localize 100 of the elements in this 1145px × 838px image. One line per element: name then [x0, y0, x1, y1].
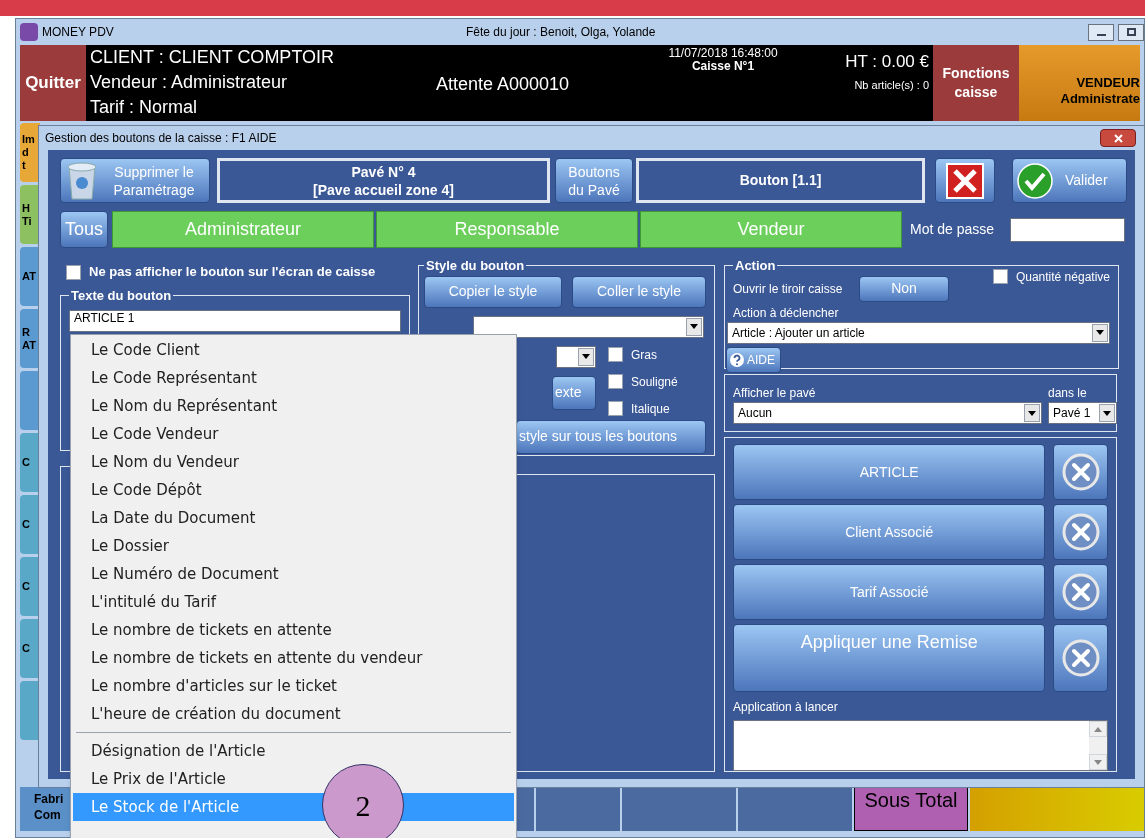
waiting-text: Attente A000010	[436, 74, 570, 94]
remove-button[interactable]	[1053, 564, 1108, 620]
group-legend: Action	[733, 256, 778, 276]
app-tile[interactable]: H Ti	[20, 185, 40, 244]
menu-item[interactable]: Le Code Représentant	[73, 364, 514, 392]
close-circle-icon	[1060, 512, 1101, 552]
checkbox-label: Gras	[631, 346, 657, 364]
tile-label: C	[22, 456, 31, 469]
menu-item[interactable]: Le nombre d'articles sur le ticket	[73, 672, 514, 700]
app-tile[interactable]: Fabri Com	[20, 787, 72, 831]
menu-item[interactable]: Le Nom du Vendeur	[73, 448, 514, 476]
app-tile[interactable]: Im d t	[20, 123, 40, 182]
tile-label: Im	[22, 133, 36, 146]
minimize-icon[interactable]	[1088, 23, 1114, 41]
checkbox[interactable]	[66, 264, 81, 280]
cross-icon	[946, 162, 984, 199]
tile-label: AT	[22, 338, 37, 352]
password-label: Mot de passe	[910, 220, 996, 239]
ht-total-text: HT : 0.00 €	[845, 51, 929, 73]
bottom-tile[interactable]	[536, 787, 620, 831]
checkbox[interactable]	[992, 269, 1008, 284]
app-tile[interactable]: AT	[20, 247, 40, 306]
remove-button[interactable]	[1053, 444, 1108, 500]
checkbox[interactable]	[608, 374, 623, 389]
tile-label: Com	[34, 807, 61, 823]
menu-item[interactable]: Désignation de l'Article	[73, 737, 514, 765]
close-button[interactable]	[1100, 129, 1136, 147]
menu-item[interactable]: Le Code Client	[73, 336, 514, 364]
tile-label: AT	[22, 270, 37, 283]
menu-item[interactable]: L'intitulé du Tarif	[73, 588, 514, 616]
menu-item[interactable]: Le Numéro de Document	[73, 560, 514, 588]
menu-item[interactable]: Le Code Vendeur	[73, 420, 514, 448]
item-count-text: Nb article(s) : 0	[854, 77, 929, 93]
bottom-tile[interactable]	[970, 787, 1144, 831]
checkbox-label: Souligné	[631, 373, 678, 391]
close-circle-icon	[1060, 572, 1101, 612]
subtotal-button[interactable]: Sous Total	[854, 787, 968, 831]
application-label: Application à lancer	[733, 699, 839, 716]
app-tile[interactable]: C	[20, 557, 40, 616]
window-title: MONEY PDV	[42, 24, 115, 41]
datetime-text: 11/07/2018 16:48:00	[668, 47, 778, 60]
tile-label: d	[22, 146, 30, 159]
trigger-label: Action à déclencher	[733, 304, 840, 322]
scrollbar[interactable]	[1089, 721, 1107, 770]
scroll-up-arrow-icon[interactable]	[1094, 726, 1102, 732]
drawer-label: Ouvrir le tiroir caisse	[733, 280, 844, 298]
pad-name-box: Pavé N° 4 [Pave accueil zone 4]	[217, 158, 550, 203]
menu-item[interactable]: La Date du Document	[73, 504, 514, 532]
trash-bin-icon	[65, 160, 99, 201]
menu-item[interactable]: Le nombre de tickets en attente du vendeur	[73, 644, 514, 672]
group-legend: Style du bouton	[424, 256, 527, 276]
tile-label: H	[22, 201, 31, 215]
menu-item[interactable]: L'heure de création du document	[73, 700, 514, 728]
register-functions-button[interactable]: Fonctions caisse	[933, 45, 1019, 121]
menu-item[interactable]: Le Nom du Représentant	[73, 392, 514, 420]
seller-button[interactable]: VENDEUR Administrate	[1019, 45, 1140, 121]
seller-text: Vendeur : Administrateur	[90, 71, 289, 94]
menu-item[interactable]: Le Code Dépôt	[73, 476, 514, 504]
button-text-field[interactable]: ARTICLE 1	[69, 309, 401, 332]
checkbox-label: Ne pas afficher le bouton sur l'écran de caisse	[89, 263, 376, 282]
menu-item[interactable]: Le nombre de tickets en attente	[73, 616, 514, 644]
app-tile[interactable]: C	[20, 619, 40, 678]
dropdown-field[interactable]	[556, 345, 596, 368]
maximize-icon[interactable]	[1118, 23, 1144, 41]
checkbox[interactable]	[608, 401, 623, 416]
dropdown-field[interactable]: Aucun	[733, 402, 1042, 424]
help-icon	[729, 351, 745, 368]
checkbox[interactable]	[608, 347, 623, 362]
remove-button[interactable]	[1053, 624, 1108, 692]
dropdown-field[interactable]: Pavé 1	[1048, 402, 1117, 424]
target-label: dans le	[1048, 385, 1088, 402]
register-text: Caisse N°1	[691, 60, 755, 73]
client-text: CLIENT : CLIENT COMPTOIR	[90, 46, 336, 69]
tile-label: Fabri	[34, 791, 64, 807]
scroll-down-arrow-icon[interactable]	[1094, 759, 1102, 765]
password-field[interactable]	[1010, 217, 1125, 242]
tile-label: t	[22, 159, 27, 172]
tile-label: C	[22, 642, 31, 655]
application-field[interactable]	[733, 720, 1108, 771]
app-tile[interactable]: C	[20, 433, 40, 492]
group-legend: Texte du bouton	[69, 286, 174, 306]
bottom-tile[interactable]	[622, 787, 736, 831]
remove-button[interactable]	[1053, 504, 1108, 560]
bottom-tile[interactable]	[738, 787, 852, 831]
checkbox-label: Italique	[631, 400, 670, 418]
menu-item[interactable]: Le Dossier	[73, 532, 514, 560]
tile-label: Ti	[22, 214, 33, 228]
dropdown-field[interactable]	[473, 315, 704, 338]
quit-button[interactable]: Quitter	[20, 45, 86, 121]
close-circle-icon	[1060, 638, 1101, 678]
tile-label: C	[22, 580, 31, 593]
app-tile[interactable]: C	[20, 495, 40, 554]
app-logo-icon	[20, 23, 38, 41]
tile-label: C	[22, 518, 31, 531]
cancel-button[interactable]	[935, 158, 995, 203]
close-icon	[1113, 133, 1123, 143]
pad-display-label: Afficher le pavé	[733, 385, 817, 402]
tariff-text: Tarif : Normal	[90, 96, 198, 119]
dropdown-field[interactable]: Article : Ajouter un article	[727, 321, 1110, 344]
app-tile[interactable]: R AT	[20, 309, 40, 368]
